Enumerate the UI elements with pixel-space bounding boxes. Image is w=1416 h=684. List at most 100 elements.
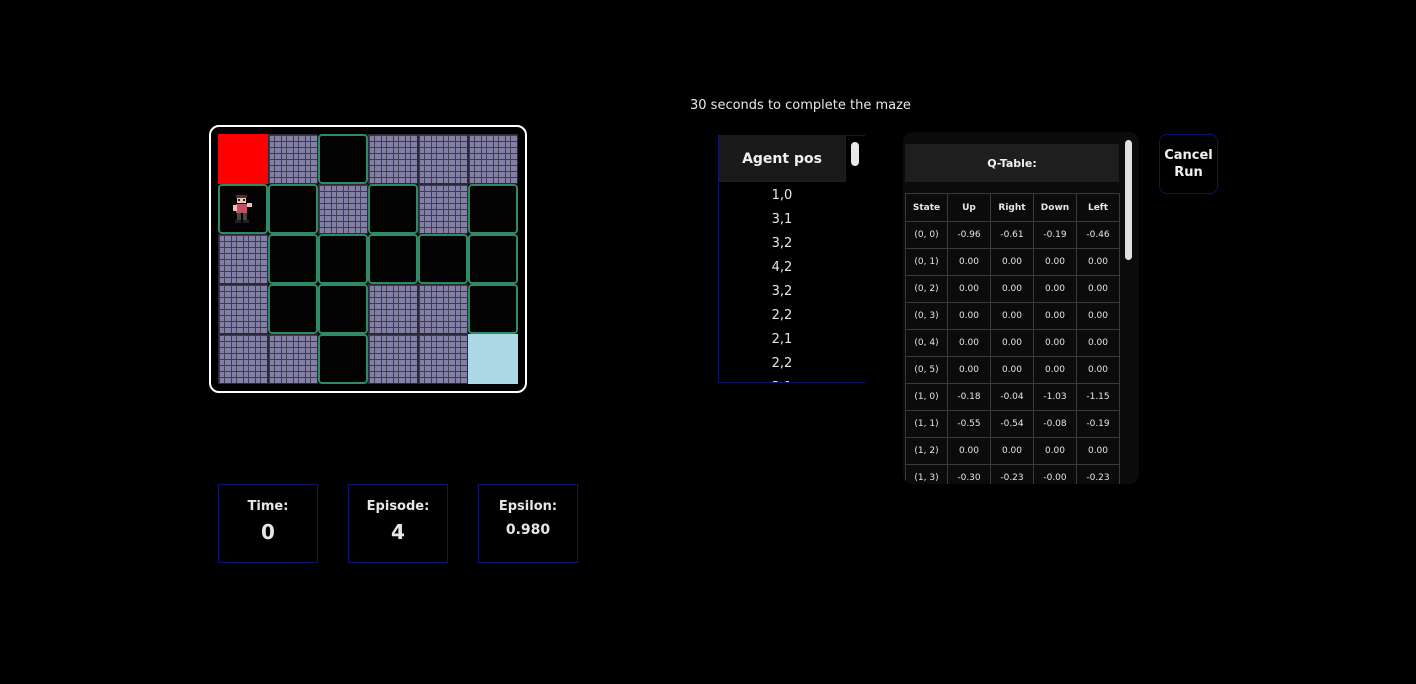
qtable-cell: -1.03 [1033,383,1077,411]
qtable-cell: (1, 3) [905,464,948,484]
maze-cell-wall [368,284,418,334]
maze-cell-wall [368,134,418,184]
maze-cell-open [368,234,418,284]
qtable-cell: -0.30 [947,464,991,484]
qtable-cell: (0, 1) [905,248,948,276]
qtable-cell: 0.00 [1076,329,1120,357]
qtable-cell: (0, 0) [905,221,948,249]
maze-cell-wall [218,334,268,384]
maze-cell-open [318,134,368,184]
time-value: 0 [261,520,275,544]
table-row: (0, 1) 0.00 0.00 0.00 0.00 [905,248,1120,276]
maze-cell-wall [418,284,468,334]
qtable-cell: 0.00 [1076,248,1120,276]
qtable-cell: -0.00 [1033,464,1077,484]
qtable-cell: 0.00 [1076,356,1120,384]
qtable-cell: (0, 3) [905,302,948,330]
time-label: Time: [247,499,289,514]
qtable-cell: 0.00 [990,302,1034,330]
qtable-column-header: Down [1033,193,1077,222]
agent-pos-panel[interactable]: Agent pos 1,0 3,1 3,2 4,2 3,2 2,2 2,1 2,2 3,1 [718,135,865,383]
maze-cell-open [268,234,318,284]
agent-pos-item: 2,2 [771,356,793,371]
qtable-cell: -0.23 [1076,464,1120,484]
maze-grid [218,134,518,384]
qtable-cell: -0.08 [1033,410,1077,438]
maze-cell-goal [468,334,518,384]
maze-cell-open [318,284,368,334]
page-title: 30 seconds to complete the maze [690,98,911,113]
agent-pos-scrollbar[interactable] [851,142,859,166]
cancel-run-button[interactable]: Cancel Run [1159,134,1218,194]
qtable-panel[interactable]: Q-Table: State Up Right Down Left (0, 0) -0.9… [903,132,1139,484]
maze-cell-wall [218,234,268,284]
table-row: (0, 5) 0.00 0.00 0.00 0.00 [905,356,1120,384]
qtable-cell: 0.00 [990,248,1034,276]
qtable-scrollbar[interactable] [1125,140,1132,260]
agent-pos-list: 1,0 3,1 3,2 4,2 3,2 2,2 2,1 2,2 3,1 [719,184,845,382]
agent-pos-item: 3,1 [719,376,845,382]
qtable-header-row: State Up Right Down Left [905,193,1120,222]
agent-pos-item: 2,1 [771,332,793,347]
maze-cell-open [468,234,518,284]
qtable-cell: -0.61 [990,221,1034,249]
qtable-column-header: State [905,193,948,222]
qtable-cell: (1, 1) [905,410,948,438]
qtable-header: Q-Table: [905,144,1119,182]
maze-cell-wall [468,134,518,184]
qtable-cell: 0.00 [1033,437,1077,465]
agent-pos-item: 3,2 [771,236,793,251]
maze-cell-wall [268,334,318,384]
qtable-cell: 0.00 [990,437,1034,465]
maze-cell-open [318,234,368,284]
episode-value: 4 [391,520,405,544]
qtable-cell: 0.00 [1076,437,1120,465]
maze-cell-open [418,234,468,284]
table-row: (1, 2) 0.00 0.00 0.00 0.00 [905,437,1120,465]
qtable-cell: 0.00 [947,356,991,384]
qtable-cell: -0.23 [990,464,1034,484]
qtable-cell: 0.00 [990,275,1034,303]
qtable-cell: -0.96 [947,221,991,249]
qtable-cell: 0.00 [1033,302,1077,330]
maze-board [209,125,527,393]
qtable-cell: (0, 2) [905,275,948,303]
qtable-cell: -1.15 [1076,383,1120,411]
qtable-cell: 0.00 [1076,275,1120,303]
qtable-cell: 0.00 [947,275,991,303]
epsilon-label: Epsilon: [498,499,558,514]
qtable-cell: 0.00 [1076,302,1120,330]
agent-pos-item: 1,0 [771,188,793,203]
qtable-cell: -0.19 [1076,410,1120,438]
qtable-cell: (1, 2) [905,437,948,465]
table-row: (0, 0) -0.96 -0.61 -0.19 -0.46 [905,221,1120,249]
qtable-cell: (1, 0) [905,383,948,411]
episode-stat: Episode: 4 [348,484,448,563]
table-row: (1, 3) -0.30 -0.23 -0.00 -0.23 [905,464,1120,484]
maze-cell-wall [218,284,268,334]
agent-pos-item: 3,2 [771,284,793,299]
qtable-column-header: Right [990,193,1034,222]
maze-cell-wall [418,184,468,234]
qtable-column-header: Left [1076,193,1120,222]
table-row: (0, 4) 0.00 0.00 0.00 0.00 [905,329,1120,357]
qtable-cell: 0.00 [947,302,991,330]
epsilon-stat: Epsilon: 0.980 [478,484,578,563]
agent-pos-item: 3,1 [771,212,793,227]
maze-cell-open [468,184,518,234]
qtable-cell: 0.00 [947,248,991,276]
qtable-cell: 0.00 [990,329,1034,357]
qtable-cell: -0.18 [947,383,991,411]
maze-cell-start [218,134,268,184]
maze-cell-open [268,184,318,234]
maze-cell-open [268,284,318,334]
qtable-cell: (0, 5) [905,356,948,384]
agent-pos-item: 2,2 [771,308,793,323]
qtable-cell: -0.19 [1033,221,1077,249]
maze-cell-wall [418,334,468,384]
time-stat: Time: 0 [218,484,318,563]
agent-pos-item: 4,2 [771,260,793,275]
maze-cell-wall [318,184,368,234]
qtable-cell: 0.00 [1033,356,1077,384]
qtable-cell: 0.00 [947,329,991,357]
